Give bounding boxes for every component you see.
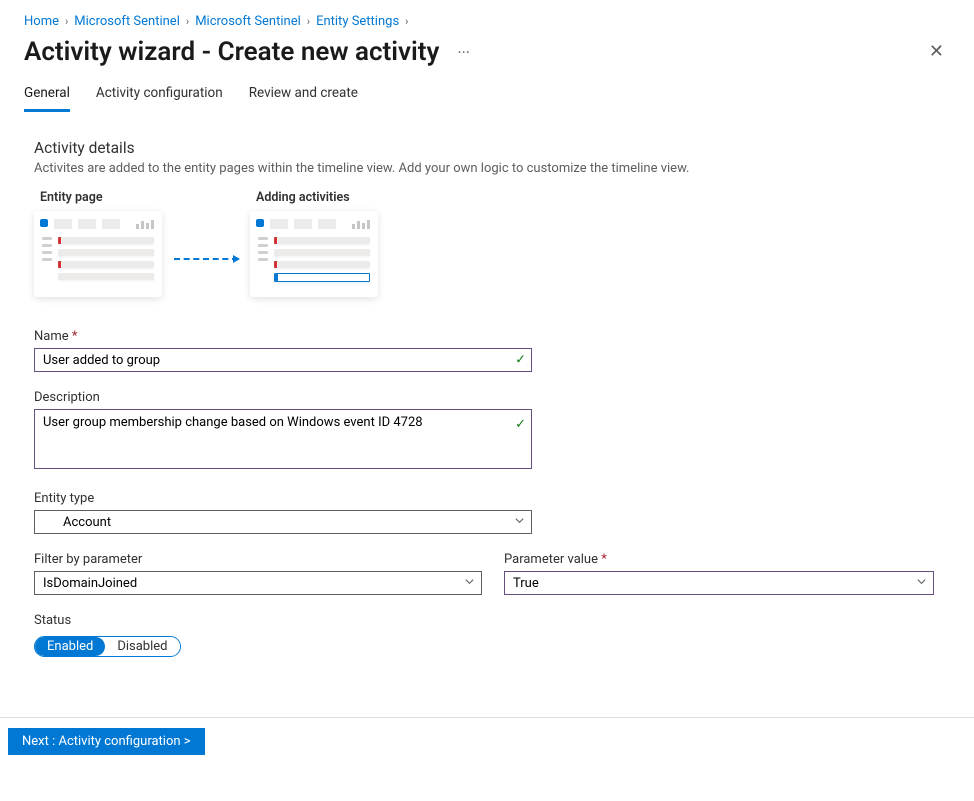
check-icon: ✓	[515, 417, 526, 432]
next-button[interactable]: Next : Activity configuration >	[8, 728, 205, 755]
name-input[interactable]	[34, 348, 532, 372]
breadcrumb-sentinel-1[interactable]: Microsoft Sentinel	[74, 14, 180, 29]
chevron-right-icon: ›	[307, 15, 310, 28]
section-description: Activites are added to the entity pages …	[34, 161, 944, 176]
check-icon: ✓	[515, 353, 526, 368]
name-label: Name *	[34, 329, 944, 344]
entity-page-illustration	[34, 211, 162, 297]
status-label: Status	[34, 613, 944, 628]
more-icon[interactable]: ···	[451, 39, 476, 66]
breadcrumb-sentinel-2[interactable]: Microsoft Sentinel	[195, 14, 301, 29]
tabs: General Activity configuration Review an…	[24, 85, 950, 113]
arrow-icon	[174, 258, 238, 260]
filter-by-parameter-label: Filter by parameter	[34, 552, 482, 567]
breadcrumb-home[interactable]: Home	[24, 14, 59, 29]
breadcrumb: Home › Microsoft Sentinel › Microsoft Se…	[24, 14, 950, 29]
filter-by-parameter-select[interactable]	[34, 571, 482, 595]
required-icon: *	[72, 329, 78, 344]
chevron-right-icon: ›	[405, 15, 408, 28]
breadcrumb-entity-settings[interactable]: Entity Settings	[316, 14, 399, 29]
tab-general[interactable]: General	[24, 85, 70, 112]
entity-type-select[interactable]	[34, 510, 532, 534]
parameter-value-label: Parameter value *	[504, 552, 944, 567]
description-input[interactable]: User group membership change based on Wi…	[34, 409, 532, 469]
parameter-value-select[interactable]	[504, 571, 934, 595]
status-enabled[interactable]: Enabled	[35, 637, 105, 656]
entity-type-label: Entity type	[34, 491, 944, 506]
adding-activities-illustration	[250, 211, 378, 297]
caption-adding-activities: Adding activities	[256, 190, 378, 205]
description-label: Description	[34, 390, 944, 405]
tab-review-and-create[interactable]: Review and create	[249, 85, 358, 112]
status-toggle[interactable]: Enabled Disabled	[34, 636, 181, 657]
chevron-right-icon: ›	[65, 15, 68, 28]
close-button[interactable]: ✕	[923, 37, 950, 67]
illustration-row: Entity page Adding activities	[34, 190, 944, 297]
status-disabled[interactable]: Disabled	[105, 637, 179, 656]
page-title: Activity wizard - Create new activity	[24, 37, 439, 67]
tab-activity-configuration[interactable]: Activity configuration	[96, 85, 223, 112]
required-icon: *	[601, 552, 607, 567]
caption-entity-page: Entity page	[40, 190, 162, 205]
section-title: Activity details	[34, 139, 944, 157]
chevron-right-icon: ›	[186, 15, 189, 28]
